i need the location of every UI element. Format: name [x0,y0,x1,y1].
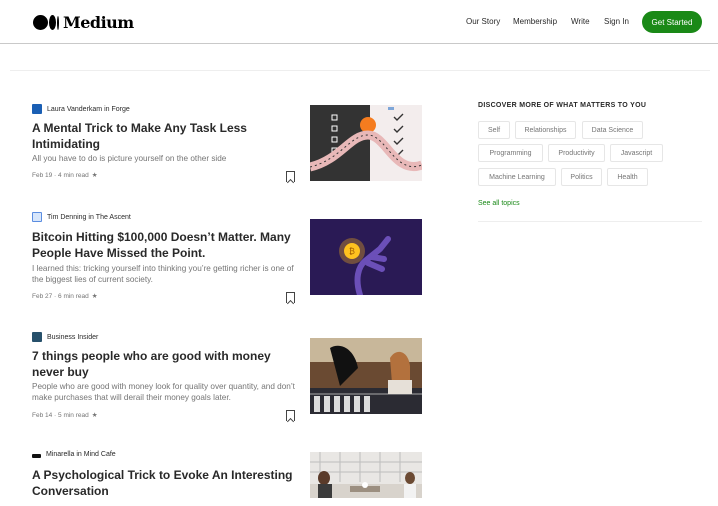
topic-chip-self[interactable]: Self [478,121,510,139]
article-title[interactable]: Bitcoin Hitting $100,000 Doesn’t Matter.… [32,229,297,261]
article-subtitle: People who are good with money look for … [32,382,295,402]
top-nav-bar: Medium Our Story Membership Write Sign I… [0,0,718,44]
bookmark-icon[interactable] [286,171,295,182]
get-started-button[interactable]: Get Started [642,11,702,33]
publication-name[interactable]: Forge [111,106,129,113]
bookmark-icon[interactable] [286,410,295,421]
article-date: Feb 27 [32,293,53,300]
article-date: Feb 14 [32,412,53,419]
bookmark-icon[interactable] [286,292,295,303]
article-thumbnail[interactable] [310,338,422,414]
publication-icon [32,332,42,342]
read-time: 6 min read [58,293,89,300]
member-star-icon: ★ [91,293,98,300]
article-footer: Feb 27 · 6 min read ★ [32,293,98,300]
topic-chip-machine-learning[interactable]: Machine Learning [478,168,556,186]
publication-name[interactable]: The Ascent [96,214,131,221]
glowing-coin-icon: ₿ [310,219,422,295]
article-card[interactable]: Minarella in Mind Cafe A Psychological T… [32,451,422,506]
article-meta: Business Insider [32,332,98,342]
brand-name: Medium [63,13,134,32]
read-time: 4 min read [58,172,89,179]
medium-logo-icon [33,15,59,30]
topic-chip-javascript[interactable]: Javascript [610,144,663,162]
author-name[interactable]: Business Insider [47,334,98,341]
article-title[interactable]: A Mental Trick to Make Any Task Less Int… [32,120,297,152]
article-footer: Feb 14 · 5 min read ★ [32,412,98,419]
discover-heading: DISCOVER MORE OF WHAT MATTERS TO YOU [478,102,647,109]
nav-write[interactable]: Write [571,17,590,26]
article-card[interactable]: Tim Denning in The Ascent Bitcoin Hittin… [32,212,422,304]
see-all-topics-link[interactable]: See all topics [478,200,520,207]
publication-icon [32,454,41,458]
article-meta: Laura Vanderkam in Forge [32,104,130,114]
divider [10,70,710,71]
in-word: in [88,213,94,221]
svg-text:₿: ₿ [349,247,355,256]
checklist-illustration-icon [310,105,422,181]
article-thumbnail[interactable] [310,105,422,181]
article-title[interactable]: A Psychological Trick to Evoke An Intere… [32,467,297,499]
article-meta: Tim Denning in The Ascent [32,212,131,222]
article-thumbnail[interactable]: ₿ [310,219,422,295]
nav-membership[interactable]: Membership [513,17,557,26]
divider [478,221,702,222]
article-card[interactable]: Business Insider 7 things people who are… [32,332,422,424]
member-star-icon: ★ [91,412,98,419]
nav-our-story[interactable]: Our Story [466,17,500,26]
topic-chip-health[interactable]: Health [607,168,648,186]
medium-logo[interactable]: Medium [33,13,134,32]
author-name[interactable]: Laura Vanderkam [47,106,102,113]
publication-icon [32,104,42,114]
article-title[interactable]: 7 things people who are good with money … [32,348,297,380]
author-name[interactable]: Minarella [46,451,74,458]
article-meta: Minarella in Mind Cafe [32,451,116,458]
member-star-icon: ★ [91,172,98,179]
article-subtitle: All you have to do is picture yourself o… [32,154,227,163]
publication-name[interactable]: Mind Cafe [84,451,116,458]
read-time: 5 min read [58,412,89,419]
topic-chip-politics[interactable]: Politics [561,168,602,186]
article-card[interactable]: Laura Vanderkam in Forge A Mental Trick … [32,104,422,188]
office-conversation-icon [310,452,422,498]
article-footer: Feb 19 · 4 min read ★ [32,172,98,179]
nav-sign-in[interactable]: Sign In [604,17,629,26]
topic-chip-productivity[interactable]: Productivity [548,144,605,162]
in-word: in [76,451,82,458]
article-date: Feb 19 [32,172,53,179]
author-name[interactable]: Tim Denning [47,214,86,221]
in-word: in [104,105,110,113]
article-subtitle: I learned this: tricking yourself into t… [32,264,294,284]
topic-chip-programming[interactable]: Programming [478,144,543,162]
publication-icon [32,212,42,222]
topic-chip-data-science[interactable]: Data Science [582,121,643,139]
topic-chip-relationships[interactable]: Relationships [515,121,576,139]
shopping-photo-icon [310,338,422,414]
article-thumbnail[interactable] [310,452,422,498]
